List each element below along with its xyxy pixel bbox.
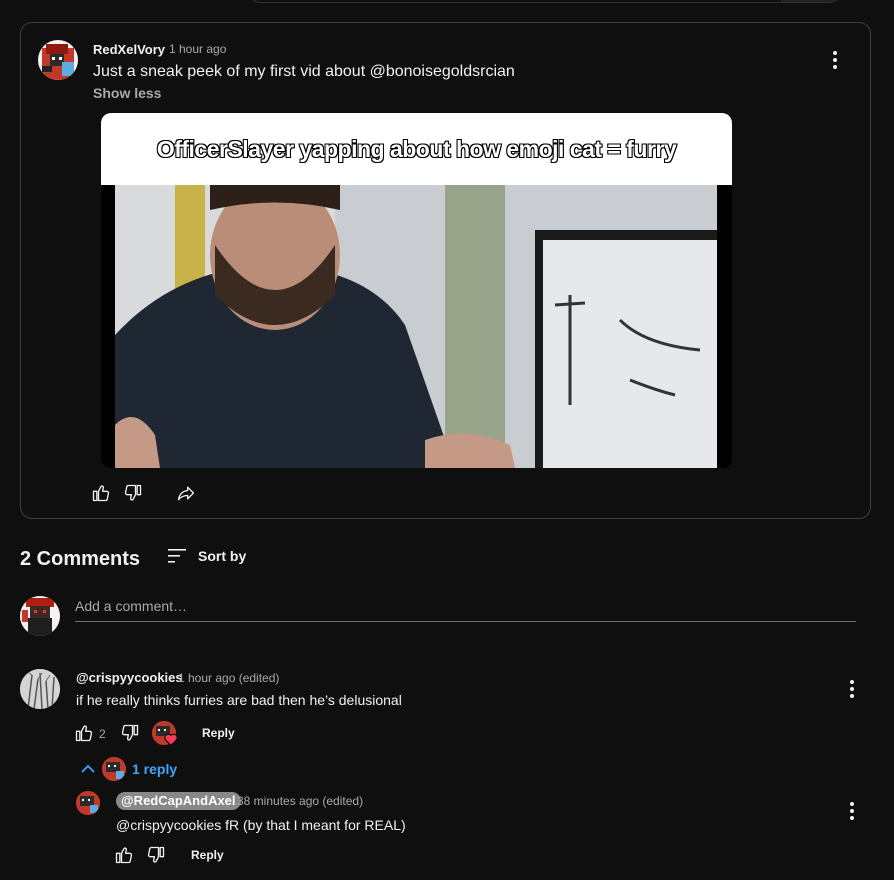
- chevron-up-icon: [81, 764, 95, 773]
- replies-toggle[interactable]: 1 reply: [80, 757, 177, 781]
- post-time: 1 hour ago: [169, 42, 227, 56]
- video-caption: OfficerSlayer yapping about how emoji ca…: [156, 135, 678, 163]
- thumbs-up-icon: [115, 847, 133, 864]
- post-video[interactable]: OfficerSlayer yapping about how emoji ca…: [101, 113, 732, 468]
- post-share-button[interactable]: [175, 483, 197, 503]
- post-text: Just a sneak peek of my first vid about …: [93, 63, 515, 80]
- comment-time: 1 hour ago (edited): [178, 671, 280, 685]
- reply-dislike-button[interactable]: [146, 845, 166, 865]
- sort-icon: [168, 549, 186, 563]
- thumbs-up-icon: [75, 725, 93, 742]
- reply-author-handle[interactable]: @RedCapAndAxel: [116, 792, 241, 810]
- comments-count-title: 2 Comments: [20, 548, 141, 570]
- comment-reply-button[interactable]: Reply: [202, 726, 235, 740]
- reply-like-button[interactable]: [114, 845, 134, 865]
- community-post: RedXelVory 1 hour ago Just a sneak peek …: [20, 22, 871, 519]
- avatar-image: [20, 596, 60, 636]
- post-author-name[interactable]: RedXelVory: [93, 42, 165, 57]
- sort-by-label: Sort by: [198, 548, 247, 564]
- avatar-image: [102, 757, 126, 781]
- post-dislike-button[interactable]: [123, 483, 143, 503]
- author-avatar[interactable]: [38, 40, 78, 80]
- share-icon: [177, 486, 195, 501]
- search-bar[interactable]: [248, 0, 842, 3]
- reply-text: @crispyycookies fR (by that I meant for …: [116, 817, 406, 833]
- commenter-avatar[interactable]: [20, 669, 60, 709]
- reply-time: 38 minutes ago (edited): [237, 794, 364, 808]
- reply-author-avatar[interactable]: [76, 791, 100, 815]
- reply-author-mini-avatar: [102, 757, 126, 781]
- show-less-button[interactable]: Show less: [93, 85, 161, 101]
- reply-reply-button[interactable]: Reply: [191, 848, 224, 862]
- comment-dislike-button[interactable]: [120, 723, 140, 743]
- video-frame: [115, 185, 717, 468]
- thumbs-down-icon: [121, 724, 139, 741]
- add-comment-field[interactable]: [75, 597, 856, 622]
- thumbs-down-icon: [124, 484, 142, 501]
- video-caption-band: OfficerSlayer yapping about how emoji ca…: [101, 113, 732, 185]
- search-button[interactable]: [781, 0, 841, 2]
- comment-more-icon[interactable]: [849, 680, 855, 698]
- add-comment-input[interactable]: [75, 597, 856, 615]
- heart-icon: [164, 733, 178, 746]
- avatar-image: [38, 40, 78, 80]
- post-more-icon[interactable]: [832, 51, 838, 69]
- comment-author-handle[interactable]: @crispyycookies: [76, 670, 183, 685]
- avatar-image: [20, 669, 60, 709]
- thumbs-down-icon: [147, 846, 165, 863]
- comment-text: if he really thinks furries are bad then…: [76, 692, 402, 708]
- replies-count-label: 1 reply: [132, 761, 178, 777]
- current-user-avatar: [20, 596, 60, 636]
- comment-like-button[interactable]: [74, 723, 94, 743]
- avatar-image: [76, 791, 100, 815]
- post-like-button[interactable]: [91, 483, 111, 503]
- comment-like-count: 2: [99, 727, 106, 741]
- reply-more-icon[interactable]: [849, 802, 855, 820]
- sort-by-button[interactable]: Sort by: [168, 545, 246, 567]
- thumbs-up-icon: [92, 485, 110, 502]
